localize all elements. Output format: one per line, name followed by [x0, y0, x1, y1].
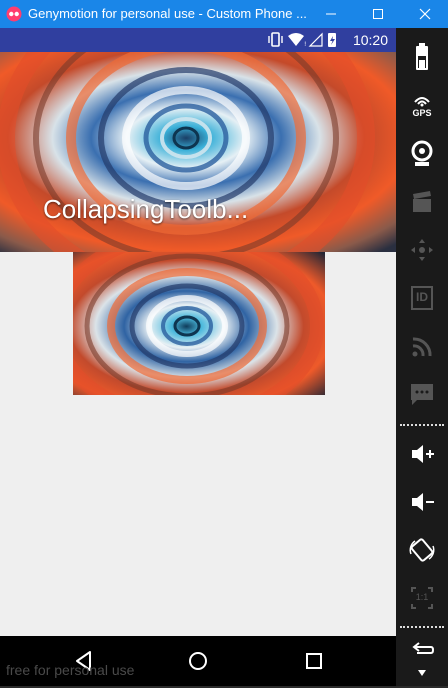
panel-separator — [400, 626, 444, 628]
android-nav-bar — [0, 636, 396, 686]
menu-arrow-icon — [418, 670, 426, 676]
nav-home-button[interactable] — [186, 649, 210, 673]
close-button[interactable] — [408, 0, 442, 28]
status-clock: 10:20 — [352, 32, 388, 48]
collapsing-toolbar-title: CollapsingToolb... — [43, 194, 249, 224]
webcam-widget-button[interactable] — [402, 134, 442, 174]
maximize-icon — [373, 9, 383, 19]
emulator-side-panel: GPS ID 1:1 — [396, 28, 448, 686]
dpad-icon — [411, 239, 433, 261]
rss-icon — [412, 337, 432, 357]
maximize-button[interactable] — [361, 0, 395, 28]
window-title: Genymotion for personal use - Custom Pho… — [28, 6, 307, 21]
minimize-icon — [326, 13, 336, 15]
network-widget-button[interactable] — [402, 326, 442, 366]
status-icons: ! — [268, 32, 336, 48]
personal-use-watermark: free for personal use — [6, 662, 135, 678]
battery-icon — [416, 43, 428, 70]
battery-widget-button[interactable] — [402, 38, 442, 78]
volume-up-icon — [412, 445, 434, 463]
svg-text:!: ! — [304, 41, 306, 48]
vibrate-icon — [268, 32, 283, 47]
device-menu-button[interactable] — [402, 664, 442, 684]
pixel-ratio-label: 1:1 — [415, 592, 429, 602]
pixel-perfect-button[interactable]: 1:1 — [402, 578, 442, 618]
sms-widget-button[interactable] — [402, 374, 442, 414]
webcam-icon — [411, 140, 433, 166]
rotate-button[interactable] — [402, 530, 442, 570]
minimize-button[interactable] — [314, 0, 348, 28]
volume-up-button[interactable] — [402, 434, 442, 474]
recents-square-icon — [306, 653, 322, 669]
gps-widget-button[interactable]: GPS — [402, 86, 442, 126]
device-id-widget-button[interactable]: ID — [402, 278, 442, 318]
gps-icon — [414, 97, 430, 107]
close-icon — [419, 8, 431, 20]
genymotion-logo-icon — [6, 6, 22, 22]
home-circle-icon — [189, 652, 207, 670]
wifi-icon: ! — [288, 33, 306, 48]
volume-down-button[interactable] — [402, 482, 442, 522]
battery-icon — [328, 33, 336, 47]
content-image — [73, 252, 325, 395]
clapperboard-icon — [413, 191, 431, 212]
gps-label: GPS — [412, 108, 432, 118]
rotate-icon — [409, 538, 435, 562]
phone-screen: ! 10:20 CollapsingToolb... free for pers… — [0, 28, 396, 686]
window-titlebar: Genymotion for personal use - Custom Pho… — [0, 0, 448, 28]
nav-recents-button[interactable] — [302, 649, 326, 673]
signal-icon — [308, 32, 323, 47]
status-bar: ! 10:20 — [0, 28, 396, 52]
capture-widget-button[interactable] — [402, 182, 442, 222]
volume-down-icon — [412, 493, 434, 511]
id-label: ID — [416, 290, 428, 304]
panel-separator — [400, 424, 444, 426]
message-icon — [411, 384, 433, 405]
navigation-widget-button[interactable] — [402, 230, 442, 270]
